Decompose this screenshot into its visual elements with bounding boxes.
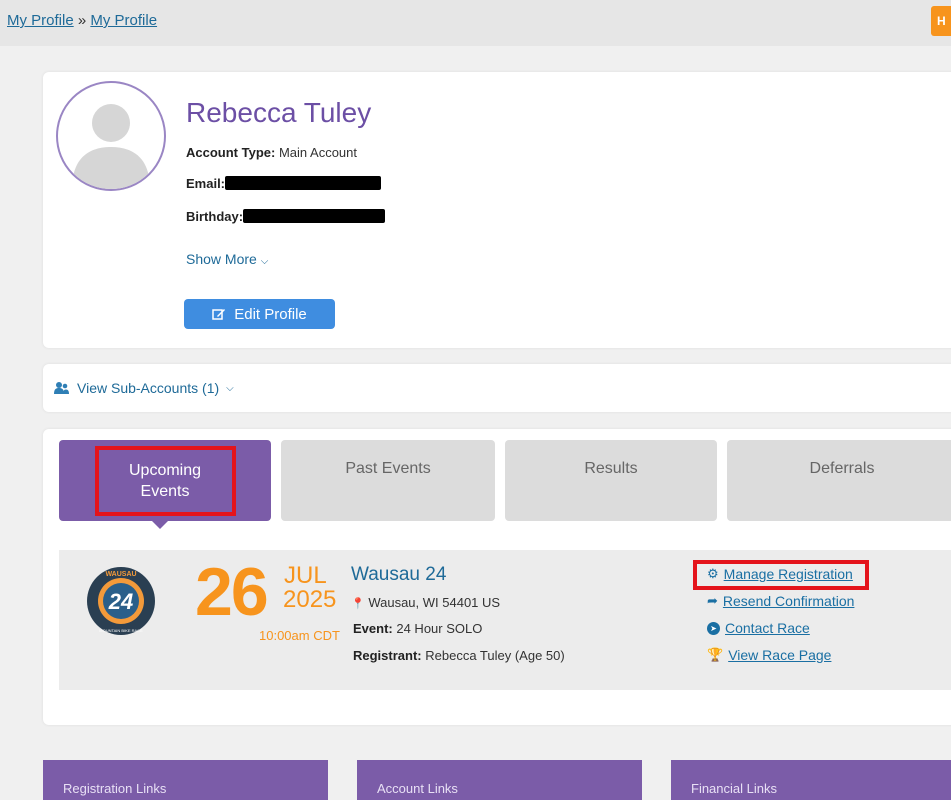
events-card: Upcoming Events Past Events Results Defe… (43, 429, 951, 725)
email-label: Email: (186, 176, 226, 191)
birthday-label: Birthday: (186, 209, 244, 224)
trophy-icon: 🏆 (707, 647, 724, 662)
logo-number: 24 (108, 589, 133, 614)
breadcrumb-link-my-profile[interactable]: My Profile (7, 12, 74, 29)
user-silhouette-icon (72, 104, 150, 189)
top-bar: My Profile » My Profile H (0, 0, 951, 46)
birthday-redacted (243, 209, 386, 223)
view-race-page-action: 🏆 View Race Page (707, 647, 831, 663)
help-tab-button[interactable]: H (931, 6, 951, 36)
event-type-row: Event: 24 Hour SOLO (353, 621, 482, 636)
tab-results[interactable]: Results (505, 440, 717, 521)
users-icon (54, 382, 69, 394)
sub-accounts-card: View Sub-Accounts (1) ⌵ (43, 364, 951, 412)
registrant-label: Registrant: (353, 648, 422, 663)
registration-links-box[interactable]: Registration Links (43, 760, 328, 800)
event-time: 10:00am CDT (259, 628, 340, 643)
show-more-label: Show More (186, 251, 257, 267)
profile-name: Rebecca Tuley (186, 97, 372, 128)
resend-confirmation-action: ➦ Resend Confirmation (707, 593, 854, 609)
tab-deferrals-label: Deferrals (809, 460, 875, 477)
account-links-box[interactable]: Account Links (357, 760, 642, 800)
tab-past-events[interactable]: Past Events (281, 440, 495, 521)
event-title-link[interactable]: Wausau 24 (351, 564, 446, 586)
event-year: 2025 (283, 586, 337, 613)
resend-confirmation-link[interactable]: Resend Confirmation (723, 593, 855, 609)
send-icon: ➤ (707, 621, 720, 635)
tab-deferrals[interactable]: Deferrals (727, 440, 951, 521)
tab-past-events-label: Past Events (345, 460, 431, 477)
chevron-down-icon: ⌵ (226, 382, 234, 394)
share-arrow-icon: ➦ (707, 593, 718, 608)
profile-card: Rebecca Tuley Account Type: Main Account… (43, 72, 951, 348)
breadcrumb: My Profile » My Profile (7, 12, 157, 29)
breadcrumb-separator: » (77, 12, 87, 29)
breadcrumb-current-my-profile[interactable]: My Profile (90, 12, 157, 29)
event-row: 24 WAUSAU MOUNTAIN BIKE RACE 26 JUL 2025… (59, 550, 951, 690)
event-location: 📍 Wausau, WI 54401 US (351, 595, 500, 610)
registrant-row: Registrant: Rebecca Tuley (Age 50) (353, 648, 565, 663)
edit-profile-label: Edit Profile (234, 305, 307, 323)
account-type-row: Account Type: Main Account (186, 145, 357, 160)
logo-top-text: WAUSAU (105, 571, 136, 578)
edit-profile-button[interactable]: Edit Profile (184, 299, 335, 329)
active-tab-pointer (152, 521, 168, 529)
financial-links-box[interactable]: Financial Links (671, 760, 951, 800)
chevron-down-icon: ⌵ (260, 256, 269, 267)
show-more-link[interactable]: Show More ⌵ (186, 251, 268, 267)
event-month: JUL (284, 562, 327, 589)
event-day: 26 (195, 554, 269, 630)
logo-bottom-text: MOUNTAIN BIKE RACE (99, 628, 143, 633)
email-row: Email: (186, 176, 382, 191)
view-sub-accounts-link[interactable]: View Sub-Accounts (1) ⌵ (54, 380, 234, 396)
email-redacted (225, 176, 382, 190)
event-location-text: Wausau, WI 54401 US (368, 595, 501, 610)
birthday-row: Birthday: (186, 209, 386, 224)
avatar (56, 81, 166, 191)
view-race-page-link[interactable]: View Race Page (728, 647, 831, 663)
upcoming-events-highlight-box (95, 446, 236, 516)
map-marker-icon: 📍 (351, 598, 365, 610)
account-type-value: Main Account (278, 145, 357, 160)
wausau-24-logo: 24 WAUSAU MOUNTAIN BIKE RACE (87, 567, 155, 635)
view-sub-accounts-label: View Sub-Accounts (1) (77, 380, 220, 396)
edit-icon (212, 309, 226, 320)
contact-race-action: ➤ Contact Race (707, 620, 810, 636)
manage-registration-highlight-box (693, 560, 869, 590)
contact-race-link[interactable]: Contact Race (725, 620, 810, 636)
registrant-value: Rebecca Tuley (Age 50) (425, 648, 565, 663)
event-type-value: 24 Hour SOLO (396, 621, 483, 636)
account-type-label: Account Type: (186, 145, 276, 160)
tab-results-label: Results (584, 460, 638, 477)
event-type-label: Event: (353, 621, 393, 636)
